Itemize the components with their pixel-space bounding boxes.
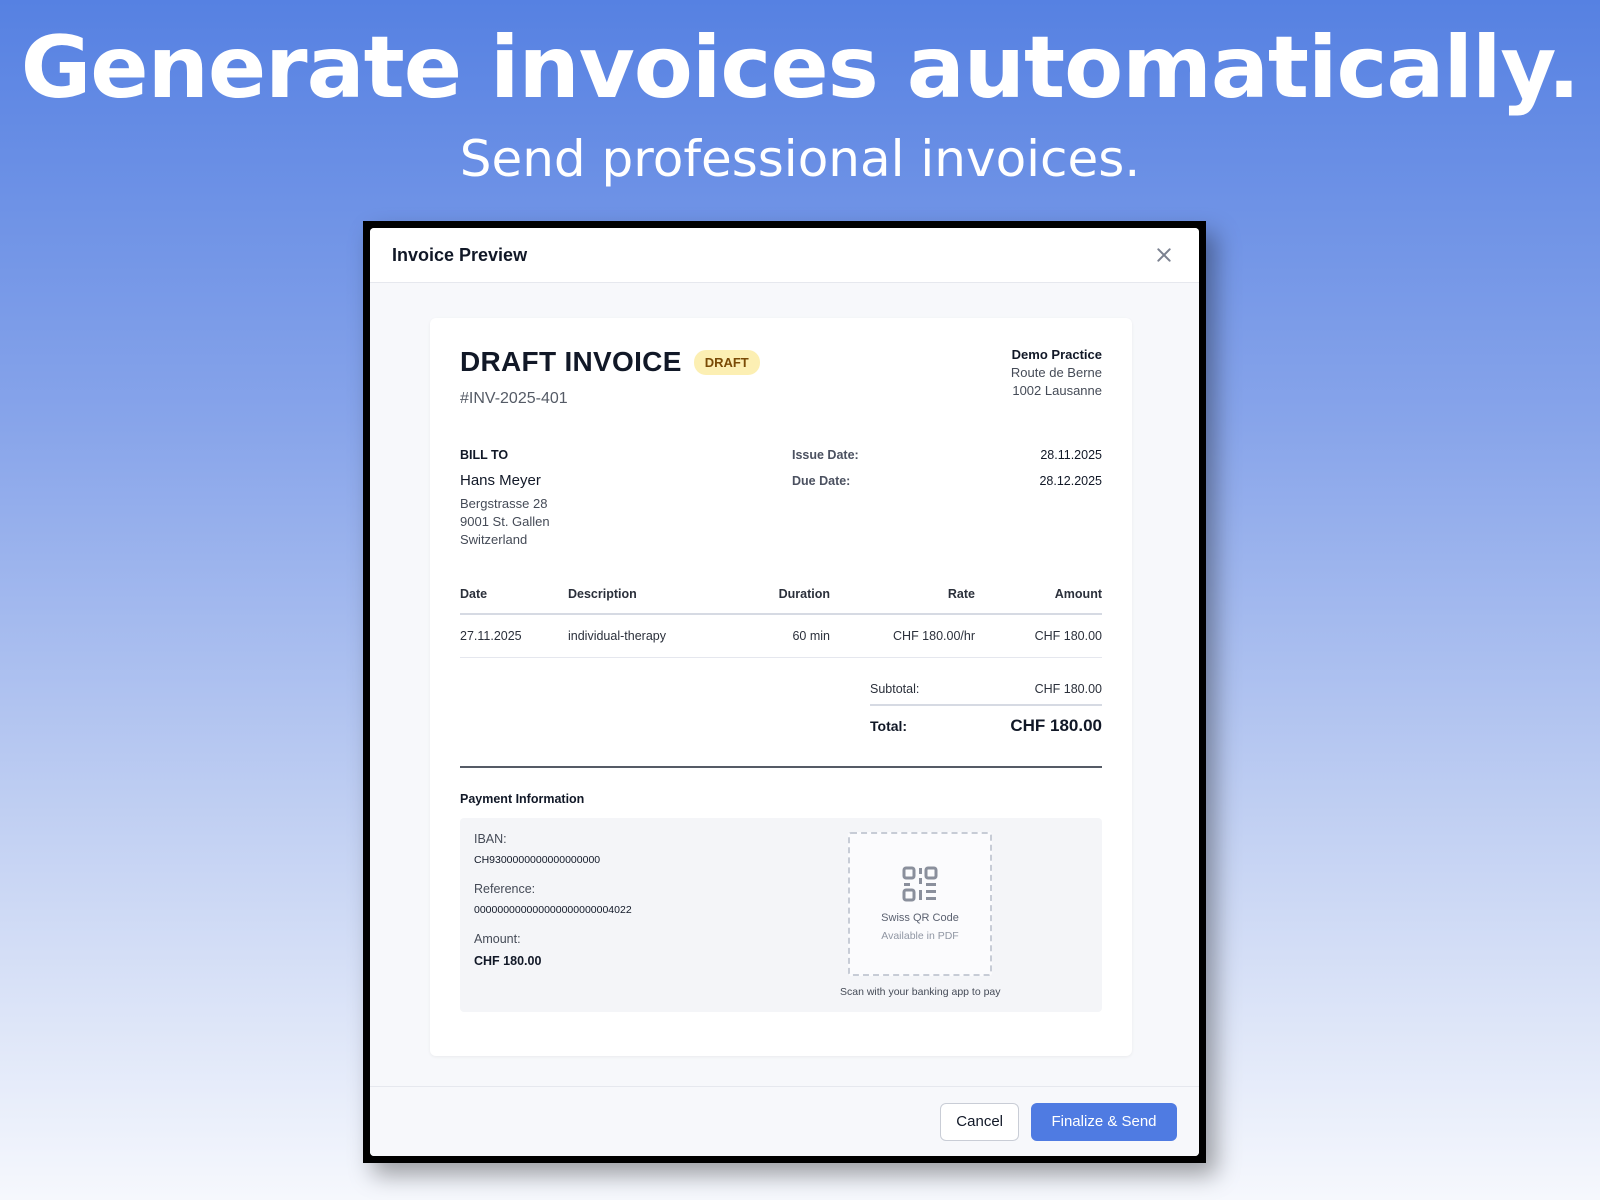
hero-headline: Generate invoices automatically. <box>20 18 1581 118</box>
col-rate: Rate <box>830 587 975 615</box>
issue-date-label: Issue Date: <box>792 448 859 462</box>
qr-title: Swiss QR Code <box>881 912 959 924</box>
invoice-preview-modal: Invoice Preview DRAFT INVOICE DRAFT #INV… <box>370 228 1199 1156</box>
invoice-number: #INV-2025-401 <box>460 390 568 407</box>
totals-section: Subtotal: CHF 180.00 Total: CHF 180.00 <box>870 682 1102 736</box>
invoice-document: DRAFT INVOICE DRAFT #INV-2025-401 Demo P… <box>430 318 1132 1056</box>
col-duration: Duration <box>758 587 830 615</box>
qr-code-icon <box>902 866 938 902</box>
bill-to-label: BILL TO <box>460 448 509 462</box>
invoice-dates: Issue Date: 28.11.2025 Due Date: 28.12.2… <box>792 448 1102 549</box>
invoice-title: DRAFT INVOICE <box>460 346 682 377</box>
payment-info-title: Payment Information <box>460 792 585 806</box>
qr-section: Swiss QR Code Available in PDF Scan with… <box>840 832 1001 998</box>
finalize-send-button[interactable]: Finalize & Send <box>1031 1102 1177 1141</box>
practice-street: Route de Berne <box>1010 365 1102 380</box>
screenshot-frame: Invoice Preview DRAFT INVOICE DRAFT #INV… <box>363 221 1206 1163</box>
col-date: Date <box>460 587 568 615</box>
row-description: individual-therapy <box>568 614 758 658</box>
total-label: Total: <box>870 718 908 734</box>
client-country: Switzerland <box>460 532 528 547</box>
qr-placeholder: Swiss QR Code Available in PDF <box>848 832 992 976</box>
payment-info-box: IBAN: CH9300000000000000000 Reference: 0… <box>460 818 1102 1012</box>
row-date: 27.11.2025 <box>460 614 568 658</box>
practice-name: Demo Practice <box>1011 347 1102 362</box>
modal-title: Invoice Preview <box>392 244 528 265</box>
close-icon[interactable] <box>1153 244 1175 266</box>
total-value: CHF 180.00 <box>1010 716 1102 735</box>
bill-to-section: BILL TO Hans Meyer Bergstrasse 28 9001 S… <box>460 448 790 549</box>
col-description: Description <box>568 587 758 615</box>
practice-city: 1002 Lausanne <box>1012 383 1102 398</box>
row-duration: 60 min <box>758 614 830 658</box>
cancel-button[interactable]: Cancel <box>940 1102 1019 1141</box>
due-date-label: Due Date: <box>792 474 851 488</box>
modal-footer: Cancel Finalize & Send <box>370 1086 1199 1156</box>
table-header-row: Date Description Duration Rate Amount <box>460 587 1102 615</box>
practice-address: Demo Practice Route de Berne 1002 Lausan… <box>1011 346 1102 408</box>
subtotal-value: CHF 180.00 <box>1034 682 1102 696</box>
modal-header: Invoice Preview <box>370 228 1199 283</box>
client-name: Hans Meyer <box>460 472 541 489</box>
qr-subtitle: Available in PDF <box>881 930 959 942</box>
qr-caption: Scan with your banking app to pay <box>840 986 1001 998</box>
col-amount: Amount <box>975 587 1102 615</box>
line-items-table: Date Description Duration Rate Amount 27… <box>460 587 1102 658</box>
subtotal-label: Subtotal: <box>870 682 920 696</box>
row-rate: CHF 180.00/hr <box>830 614 975 658</box>
row-amount: CHF 180.00 <box>975 614 1102 658</box>
client-street: Bergstrasse 28 <box>460 496 548 511</box>
table-row: 27.11.2025 individual-therapy 60 min CHF… <box>460 614 1102 658</box>
hero-subheadline: Send professional invoices. <box>459 130 1141 188</box>
section-divider <box>460 766 1102 768</box>
client-city: 9001 St. Gallen <box>460 514 550 529</box>
issue-date-value: 28.11.2025 <box>1040 448 1102 462</box>
due-date-value: 28.12.2025 <box>1039 474 1102 488</box>
status-badge: DRAFT <box>693 349 760 375</box>
